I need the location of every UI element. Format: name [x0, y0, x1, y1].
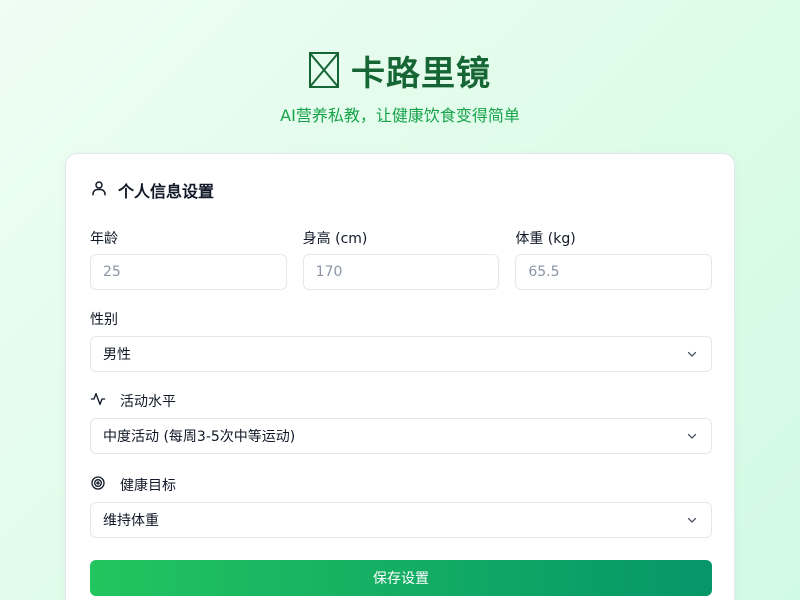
- save-settings-button[interactable]: 保存设置: [90, 560, 712, 596]
- app-subtitle: AI营养私教，让健康饮食变得简单: [280, 106, 520, 125]
- profile-settings-card: 个人信息设置 年龄 身高 (cm) 体重 (kg) 性别 男性: [65, 153, 735, 600]
- gender-value: 男性: [103, 347, 131, 363]
- gender-label: 性别: [90, 312, 118, 328]
- goal-label-row: 健康目标: [90, 474, 712, 496]
- app-header: 卡路里镜 AI营养私教，让健康饮食变得简单: [0, 0, 800, 126]
- activity-group: 活动水平 中度活动 (每周3-5次中等运动): [90, 390, 712, 454]
- chevron-down-icon: [685, 347, 699, 361]
- goal-value: 维持体重: [103, 513, 159, 529]
- height-group: 身高 (cm): [302, 228, 500, 290]
- activity-pulse-icon: [90, 391, 106, 411]
- activity-value: 中度活动 (每周3-5次中等运动): [103, 429, 296, 445]
- activity-label-row: 活动水平: [90, 390, 712, 412]
- card-header: 个人信息设置: [90, 178, 214, 202]
- weight-input[interactable]: [515, 254, 713, 290]
- chevron-down-icon: [685, 513, 699, 527]
- logo-icon: [309, 52, 339, 88]
- age-input[interactable]: [90, 254, 287, 290]
- weight-label: 体重 (kg): [515, 231, 576, 247]
- activity-select[interactable]: 中度活动 (每周3-5次中等运动): [90, 418, 712, 454]
- card-title: 个人信息设置: [118, 182, 215, 201]
- goal-group: 健康目标 维持体重: [90, 474, 712, 538]
- gender-label-row: 性别: [90, 308, 712, 330]
- goal-label: 健康目标: [120, 478, 176, 494]
- title-row: 卡路里镜: [0, 48, 800, 94]
- height-input[interactable]: [302, 254, 500, 290]
- chevron-down-icon: [685, 429, 699, 443]
- app-title: 卡路里镜: [351, 53, 491, 94]
- height-label: 身高 (cm): [302, 231, 368, 247]
- gender-group: 性别 男性: [90, 308, 712, 372]
- activity-label: 活动水平: [120, 394, 176, 410]
- target-icon: [90, 475, 106, 495]
- gender-select[interactable]: 男性: [90, 336, 712, 372]
- age-label: 年龄: [90, 231, 118, 247]
- body-metrics-row: 年龄 身高 (cm) 体重 (kg): [90, 228, 713, 290]
- weight-group: 体重 (kg): [515, 228, 713, 290]
- goal-select[interactable]: 维持体重: [90, 502, 712, 538]
- user-icon: [90, 179, 108, 201]
- age-group: 年龄: [90, 228, 287, 290]
